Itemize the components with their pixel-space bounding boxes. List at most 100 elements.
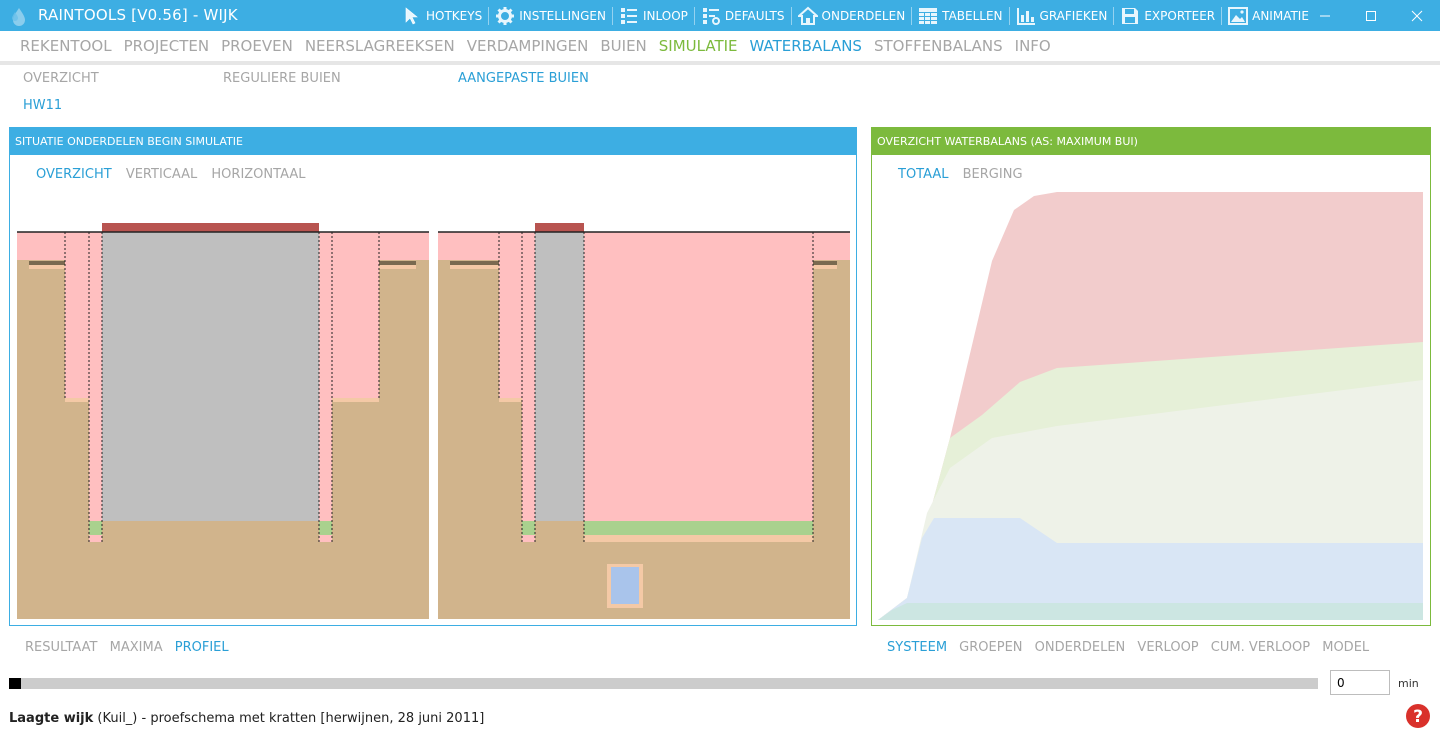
close-button[interactable] [1394, 0, 1440, 31]
help-button[interactable]: ? [1405, 703, 1431, 729]
gear-icon [496, 6, 515, 25]
nav-neerslagreeksen[interactable]: NEERSLAGREEKSEN [299, 37, 461, 55]
toolbar-exporteer[interactable]: EXPORTEER [1114, 0, 1221, 31]
nav-verdampingen[interactable]: VERDAMPINGEN [461, 37, 595, 55]
tab-overzicht[interactable]: OVERZICHT [36, 167, 112, 182]
nav-info[interactable]: INFO [1009, 37, 1057, 55]
pavement-base [813, 265, 837, 269]
tab-horizontaal[interactable]: HORIZONTAAL [211, 167, 305, 182]
tab-groepen[interactable]: GROEPEN [959, 640, 1022, 655]
nav-buien[interactable]: BUIEN [594, 37, 652, 55]
profile-cross-section-1 [17, 223, 429, 619]
toolbar-grafieken[interactable]: GRAFIEKEN [1010, 0, 1114, 31]
water-column-left [522, 232, 535, 542]
bar-chart-icon [1016, 7, 1035, 25]
toolbar-onderdelen[interactable]: ONDERDELEN [792, 0, 912, 31]
bottom-left-tabs: RESULTAAT MAXIMA PROFIEL [25, 640, 237, 655]
nav-projecten[interactable]: PROJECTEN [118, 37, 216, 55]
infiltration-trench-left [499, 232, 522, 400]
roof [102, 223, 319, 232]
toolbar-tabellen[interactable]: TABELLEN [912, 0, 1008, 31]
pavement-strip [450, 261, 499, 265]
tab-systeem[interactable]: SYSTEEM [887, 640, 947, 655]
minimize-icon [1320, 15, 1330, 16]
toolbar-defaults[interactable]: DEFAULTS [695, 0, 791, 31]
app-logo-icon [12, 8, 25, 26]
subnav-scenario-hw11[interactable]: HW11 [23, 98, 62, 113]
window-title: RAINTOOLS [V0.56] - WIJK [38, 6, 238, 24]
subnav-overzicht[interactable]: OVERZICHT [23, 71, 99, 86]
nav-stoffenbalans[interactable]: STOFFENBALANS [868, 37, 1009, 55]
toolbar-inloop-label: INLOOP [643, 8, 688, 23]
pavement-base [29, 265, 65, 269]
toolbar-instellingen-label: INSTELLINGEN [519, 8, 606, 23]
pavement-base [450, 265, 499, 269]
drain-layer [499, 398, 522, 402]
close-icon [1411, 10, 1423, 21]
green-layer [522, 521, 535, 535]
situatie-tabs: OVERZICHT VERTICAAL HORIZONTAAL [36, 167, 315, 182]
toolbar-animatie-label: ANIMATIE [1252, 8, 1309, 23]
status-description: (Kuil_) - proefschema met kratten [herwi… [93, 711, 485, 726]
roof [535, 223, 584, 232]
tab-profiel[interactable]: PROFIEL [175, 640, 229, 655]
toolbar-hotkeys[interactable]: HOTKEYS [396, 0, 488, 31]
tab-cum-verloop[interactable]: CUM. VERLOOP [1211, 640, 1310, 655]
water-column-right [319, 232, 332, 542]
green-layer [319, 521, 332, 535]
drain-layer [332, 398, 379, 402]
toolbar-instellingen[interactable]: INSTELLINGEN [489, 0, 612, 31]
subnav-reguliere-buien[interactable]: REGULIERE BUIEN [223, 71, 341, 86]
list-gear-icon [702, 7, 720, 25]
storage-basin [584, 232, 813, 521]
nav-simulatie[interactable]: SIMULATIE [653, 37, 744, 55]
tab-verticaal[interactable]: VERTICAAL [126, 167, 197, 182]
building-block [102, 232, 319, 521]
time-input[interactable] [1330, 670, 1390, 695]
nav-waterbalans[interactable]: WATERBALANS [744, 37, 868, 55]
tab-verloop[interactable]: VERLOOP [1137, 640, 1198, 655]
cursor-icon [405, 6, 418, 24]
toolbar-exporteer-label: EXPORTEER [1144, 8, 1216, 23]
nav-rekentool[interactable]: REKENTOOL [14, 37, 118, 55]
maximize-button[interactable] [1348, 0, 1394, 31]
status-bar: Laagte wijk (Kuil_) - proefschema met kr… [9, 711, 484, 726]
drain-layer [65, 398, 89, 402]
bottom-right-tabs: SYSTEEM GROEPEN ONDERDELEN VERLOOP CUM. … [887, 640, 1377, 655]
toolbar-inloop[interactable]: INLOOP [613, 0, 694, 31]
title-bar: RAINTOOLS [V0.56] - WIJK HOTKEYS INSTELL… [0, 0, 1440, 31]
infiltration-trench-left [65, 232, 89, 400]
nav-divider [0, 61, 1440, 65]
tab-model[interactable]: MODEL [1322, 640, 1369, 655]
toolbar-onderdelen-label: ONDERDELEN [821, 8, 906, 23]
green-layer [584, 521, 813, 535]
toolbar-grafieken-label: GRAFIEKEN [1039, 8, 1108, 23]
time-slider-thumb[interactable] [9, 678, 21, 689]
crate-storage [611, 567, 639, 604]
tab-maxima[interactable]: MAXIMA [110, 640, 163, 655]
toolbar-tabellen-label: TABELLEN [942, 8, 1003, 23]
tab-resultaat[interactable]: RESULTAAT [25, 640, 97, 655]
minimize-button[interactable] [1302, 0, 1348, 31]
toolbar: HOTKEYS INSTELLINGEN INLOOP DEFAULTS OND… [396, 0, 1315, 31]
svg-text:?: ? [1413, 707, 1423, 727]
status-project-name: Laagte wijk [9, 711, 94, 726]
building-block [535, 232, 584, 521]
pavement-strip [379, 261, 416, 265]
nav-proeven[interactable]: PROEVEN [215, 37, 299, 55]
subnav-aangepaste-buien[interactable]: AANGEPASTE BUIEN [458, 71, 589, 86]
house-icon [797, 6, 818, 25]
pavement-base [379, 265, 416, 269]
area-band-teal [878, 603, 1423, 620]
tab-onderdelen[interactable]: ONDERDELEN [1035, 640, 1126, 655]
waterbalans-area-chart [878, 192, 1423, 620]
list-icon [621, 7, 637, 24]
infiltration-trench-right [332, 232, 379, 400]
water-column-left [89, 232, 102, 542]
situatie-panel-title: SITUATIE ONDERDELEN BEGIN SIMULATIE [10, 128, 856, 155]
waterbalans-panel: OVERZICHT WATERBALANS (AS: MAXIMUM BUI) … [871, 127, 1431, 626]
time-slider[interactable] [9, 678, 1318, 689]
pavement-strip [813, 261, 837, 265]
image-icon [1228, 6, 1249, 25]
table-icon [919, 7, 938, 24]
